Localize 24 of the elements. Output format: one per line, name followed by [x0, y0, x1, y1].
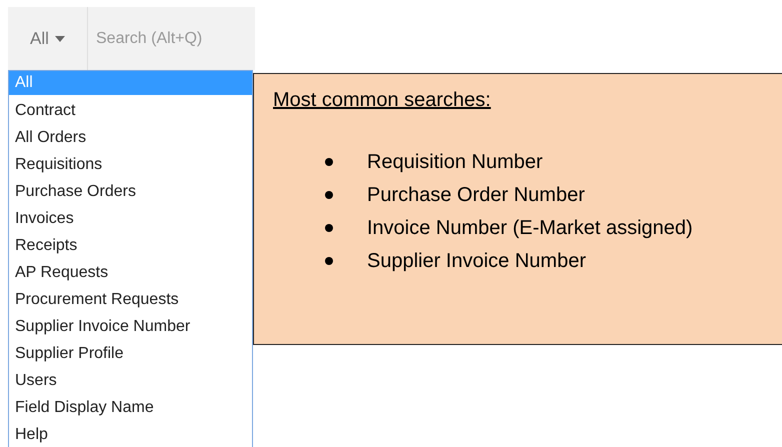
search-field[interactable]: Search (Alt+Q) [96, 26, 251, 50]
callout-item: Invoice Number (E-Market assigned) [367, 216, 693, 240]
menu-item[interactable]: Receipts [9, 232, 252, 259]
menu-item[interactable]: Requisitions [9, 151, 252, 178]
menu-item[interactable]: Procurement Requests [9, 286, 252, 313]
menu-item[interactable]: Supplier Profile [9, 340, 252, 367]
callout-item: Purchase Order Number [367, 182, 585, 208]
bullet-icon [325, 158, 333, 166]
menu-item[interactable]: Invoices [9, 205, 252, 232]
caret-icon [54, 36, 65, 42]
menu-item[interactable]: All Orders [9, 124, 252, 151]
menu-item[interactable]: Users [9, 367, 252, 394]
menu-item[interactable]: Help [9, 421, 252, 447]
menu-item[interactable]: Supplier Invoice Number [9, 313, 252, 340]
bullet-icon [325, 224, 333, 232]
menu-item[interactable]: Purchase Orders [9, 178, 252, 205]
bullet-icon [325, 256, 333, 264]
callout-title: Most common searches: [273, 88, 491, 113]
menu-item[interactable]: AP Requests [9, 259, 252, 286]
menu-item[interactable]: Field Display Name [9, 394, 252, 421]
callout-item: Requisition Number [367, 150, 543, 174]
bullet-icon [325, 190, 333, 198]
callout-item: Supplier Invoice Number [367, 248, 586, 274]
menu-item[interactable]: Contract [9, 97, 252, 124]
